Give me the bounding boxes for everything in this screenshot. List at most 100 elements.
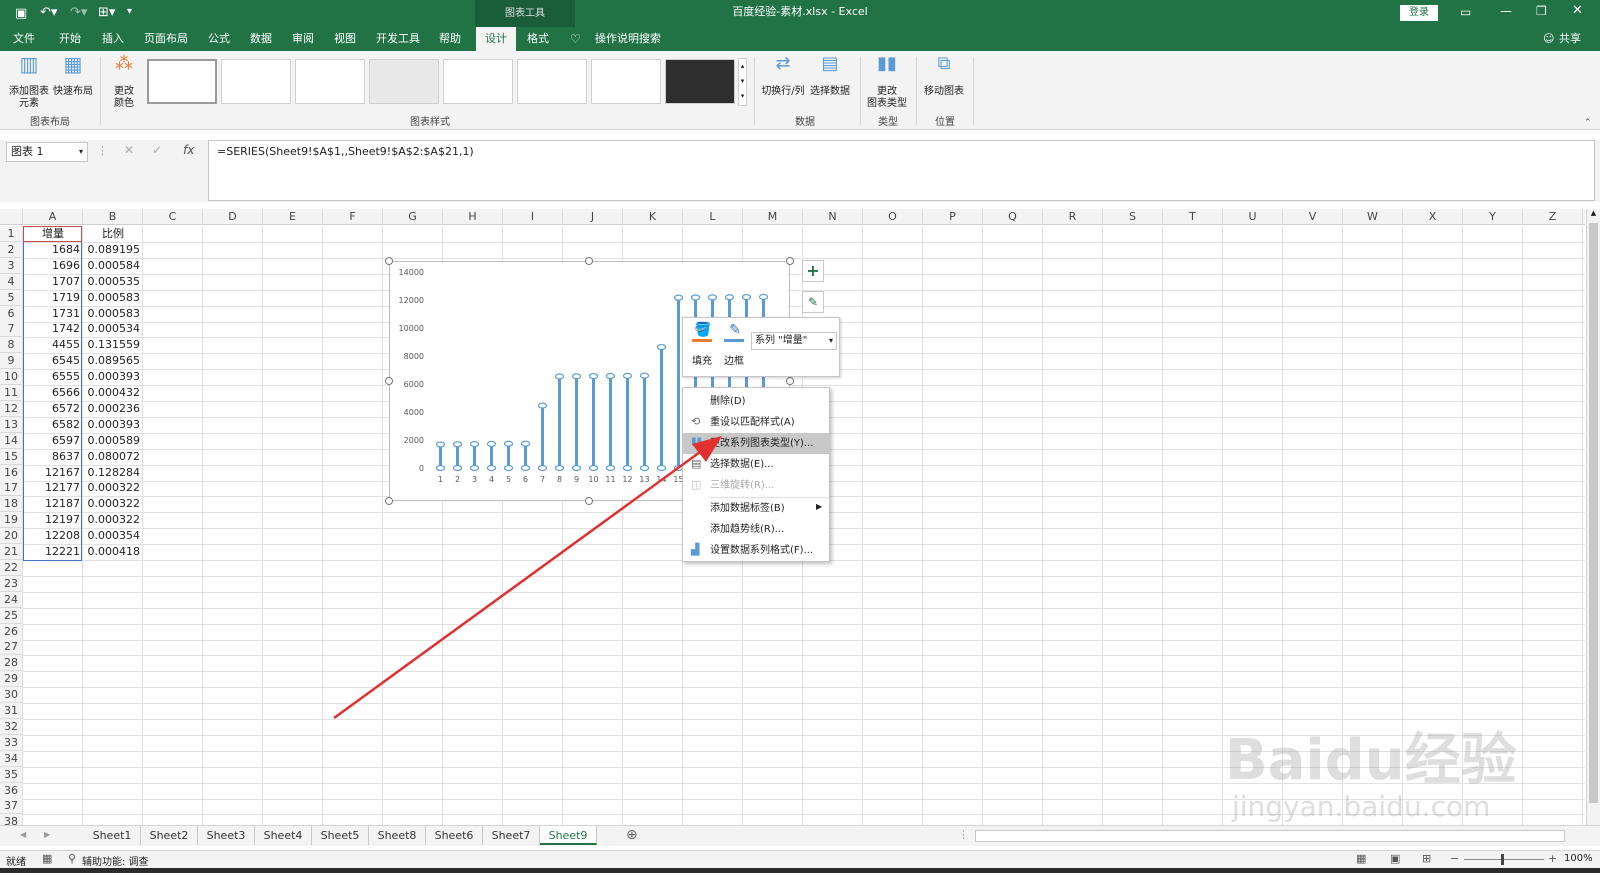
row-header[interactable]: 20 (0, 528, 22, 544)
row-header[interactable]: 6 (0, 306, 22, 322)
row-header[interactable]: 31 (0, 703, 22, 719)
insert-function-icon[interactable]: fx (183, 143, 194, 157)
sheet-tab-sheet6[interactable]: Sheet6 (426, 826, 483, 845)
column-header-m[interactable]: M (743, 209, 803, 225)
row-header[interactable]: 33 (0, 735, 22, 751)
row-header[interactable]: 12 (0, 401, 22, 417)
column-header-d[interactable]: D (203, 209, 263, 225)
row-header[interactable]: 26 (0, 624, 22, 640)
add-chart-element-button[interactable]: ▥ 添加图表 元素 (6, 54, 52, 110)
tab-data[interactable]: 数据 (245, 27, 277, 51)
column-header-l[interactable]: L (683, 209, 743, 225)
chart-style-3[interactable] (295, 59, 365, 104)
row-header[interactable]: 10 (0, 369, 22, 385)
column-header-v[interactable]: V (1283, 209, 1343, 225)
cell-b[interactable]: 0.000322 (83, 480, 143, 496)
tab-view[interactable]: 视图 (329, 27, 361, 51)
chart-style-4[interactable] (369, 59, 439, 104)
formula-input[interactable]: =SERIES(Sheet9!$A$1,,Sheet9!$A$2:$A$21,1… (208, 140, 1595, 201)
chart-style-1[interactable] (147, 59, 217, 104)
row-header[interactable]: 16 (0, 465, 22, 481)
tab-help[interactable]: 帮助 (434, 27, 466, 51)
vertical-scrollbar[interactable]: ▲ (1586, 209, 1600, 826)
scroll-thumb[interactable] (1589, 223, 1598, 803)
customize-qat-icon[interactable]: ▾ (127, 6, 132, 17)
chart-style-7[interactable] (591, 59, 661, 104)
column-header-o[interactable]: O (863, 209, 923, 225)
login-button[interactable]: 登录 (1400, 5, 1438, 21)
tab-developer[interactable]: 开发工具 (372, 27, 424, 51)
row-header[interactable]: 8 (0, 337, 22, 353)
row-header[interactable]: 35 (0, 767, 22, 783)
cell-b[interactable]: 0.000432 (83, 385, 143, 401)
column-header-n[interactable]: N (803, 209, 863, 225)
cell-b[interactable]: 0.000534 (83, 321, 143, 337)
row-header[interactable]: 4 (0, 274, 22, 290)
chart-style-5[interactable] (443, 59, 513, 104)
column-header-k[interactable]: K (623, 209, 683, 225)
column-header-e[interactable]: E (263, 209, 323, 225)
ribbon-display-icon[interactable]: ▭ (1460, 5, 1471, 19)
page-layout-view-icon[interactable]: ▣ (1390, 852, 1400, 865)
cell-b[interactable]: 0.000354 (83, 528, 143, 544)
cancel-icon[interactable]: ✕ (124, 143, 134, 157)
row-header[interactable]: 27 (0, 639, 22, 655)
column-header-c[interactable]: C (143, 209, 203, 225)
macro-record-icon[interactable]: ▦ (42, 852, 52, 865)
cell-b[interactable]: 0.131559 (83, 337, 143, 353)
zoom-out-icon[interactable]: − (1450, 852, 1459, 865)
row-header[interactable]: 32 (0, 719, 22, 735)
sheet-tab-sheet4[interactable]: Sheet4 (255, 826, 312, 845)
row-header[interactable]: 9 (0, 353, 22, 369)
chevron-down-icon[interactable]: ▾ (79, 143, 83, 161)
collapse-ribbon-icon[interactable]: ⌃ (1584, 118, 1592, 128)
next-sheet-icon[interactable]: ▶ (44, 830, 50, 839)
accessibility-icon[interactable]: ⚲ (68, 852, 76, 865)
undo-icon[interactable]: ↶▾ (40, 5, 57, 20)
menu-item-delete[interactable]: 删除(D) (683, 391, 827, 412)
row-header[interactable]: 11 (0, 385, 22, 401)
tab-review[interactable]: 审阅 (287, 27, 319, 51)
sheet-tab-sheet7[interactable]: Sheet7 (483, 826, 540, 845)
styles-scroll[interactable]: ▴ ▾ ▾ (738, 58, 747, 106)
fill-label[interactable]: 填充 (689, 352, 715, 367)
resize-handle[interactable] (585, 257, 593, 265)
share-button[interactable]: 共享 (1555, 27, 1585, 51)
quick-layout-button[interactable]: ▦ 快速布局 (52, 54, 94, 98)
row-header[interactable]: 37 (0, 798, 22, 814)
column-header-g[interactable]: G (383, 209, 443, 225)
row-header[interactable]: 25 (0, 608, 22, 624)
column-header-r[interactable]: R (1043, 209, 1103, 225)
tab-home[interactable]: 开始 (54, 27, 86, 51)
row-header[interactable]: 24 (0, 592, 22, 608)
row-header[interactable]: 18 (0, 496, 22, 512)
cell-b[interactable]: 0.000589 (83, 433, 143, 449)
column-header-h[interactable]: H (443, 209, 503, 225)
row-header[interactable]: 28 (0, 655, 22, 671)
row-header[interactable]: 3 (0, 258, 22, 274)
cell-b[interactable]: 0.000583 (83, 290, 143, 306)
tab-page-layout[interactable]: 页面布局 (140, 27, 192, 51)
column-header-p[interactable]: P (923, 209, 983, 225)
cell-b[interactable]: 0.000535 (83, 274, 143, 290)
accessibility-status[interactable]: 辅助功能: 调查 (82, 853, 149, 868)
resize-handle[interactable] (786, 257, 794, 265)
cell-b[interactable]: 0.000322 (83, 496, 143, 512)
row-header[interactable]: 1 (0, 226, 22, 242)
border-label[interactable]: 边框 (721, 352, 747, 367)
column-header-a[interactable]: A (23, 209, 83, 225)
series-select[interactable]: 系列 "增量" ▾ (751, 332, 837, 350)
cell-b[interactable]: 0.089195 (83, 242, 143, 258)
fill-bucket-icon[interactable]: 🪣 (691, 322, 715, 338)
row-header[interactable]: 2 (0, 242, 22, 258)
move-chart-button[interactable]: ⧉ 移动图表 (921, 55, 967, 98)
column-header-w[interactable]: W (1343, 209, 1403, 225)
chart-style-8[interactable] (665, 59, 735, 104)
resize-handle[interactable] (385, 377, 393, 385)
redo-icon[interactable]: ↷▾ (70, 5, 87, 20)
horizontal-scrollbar[interactable] (975, 830, 1565, 842)
cell-b[interactable]: 0.089565 (83, 353, 143, 369)
scroll-up-icon[interactable]: ▲ (1587, 209, 1600, 217)
sheet-tab-sheet8[interactable]: Sheet8 (369, 826, 426, 845)
change-chart-type-button[interactable]: ▮▮ 更改 图表类型 (864, 55, 910, 110)
